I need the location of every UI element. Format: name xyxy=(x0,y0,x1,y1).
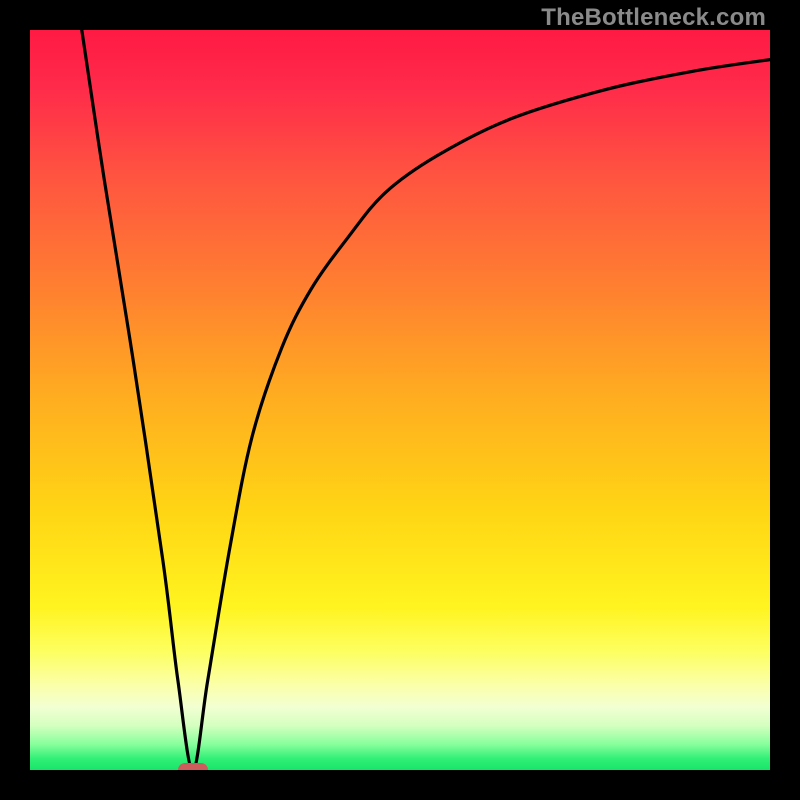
optimal-marker xyxy=(178,763,208,770)
chart-frame: TheBottleneck.com xyxy=(0,0,800,800)
plot-area xyxy=(30,30,770,770)
bottleneck-curve xyxy=(30,30,770,770)
watermark-text: TheBottleneck.com xyxy=(541,4,766,32)
